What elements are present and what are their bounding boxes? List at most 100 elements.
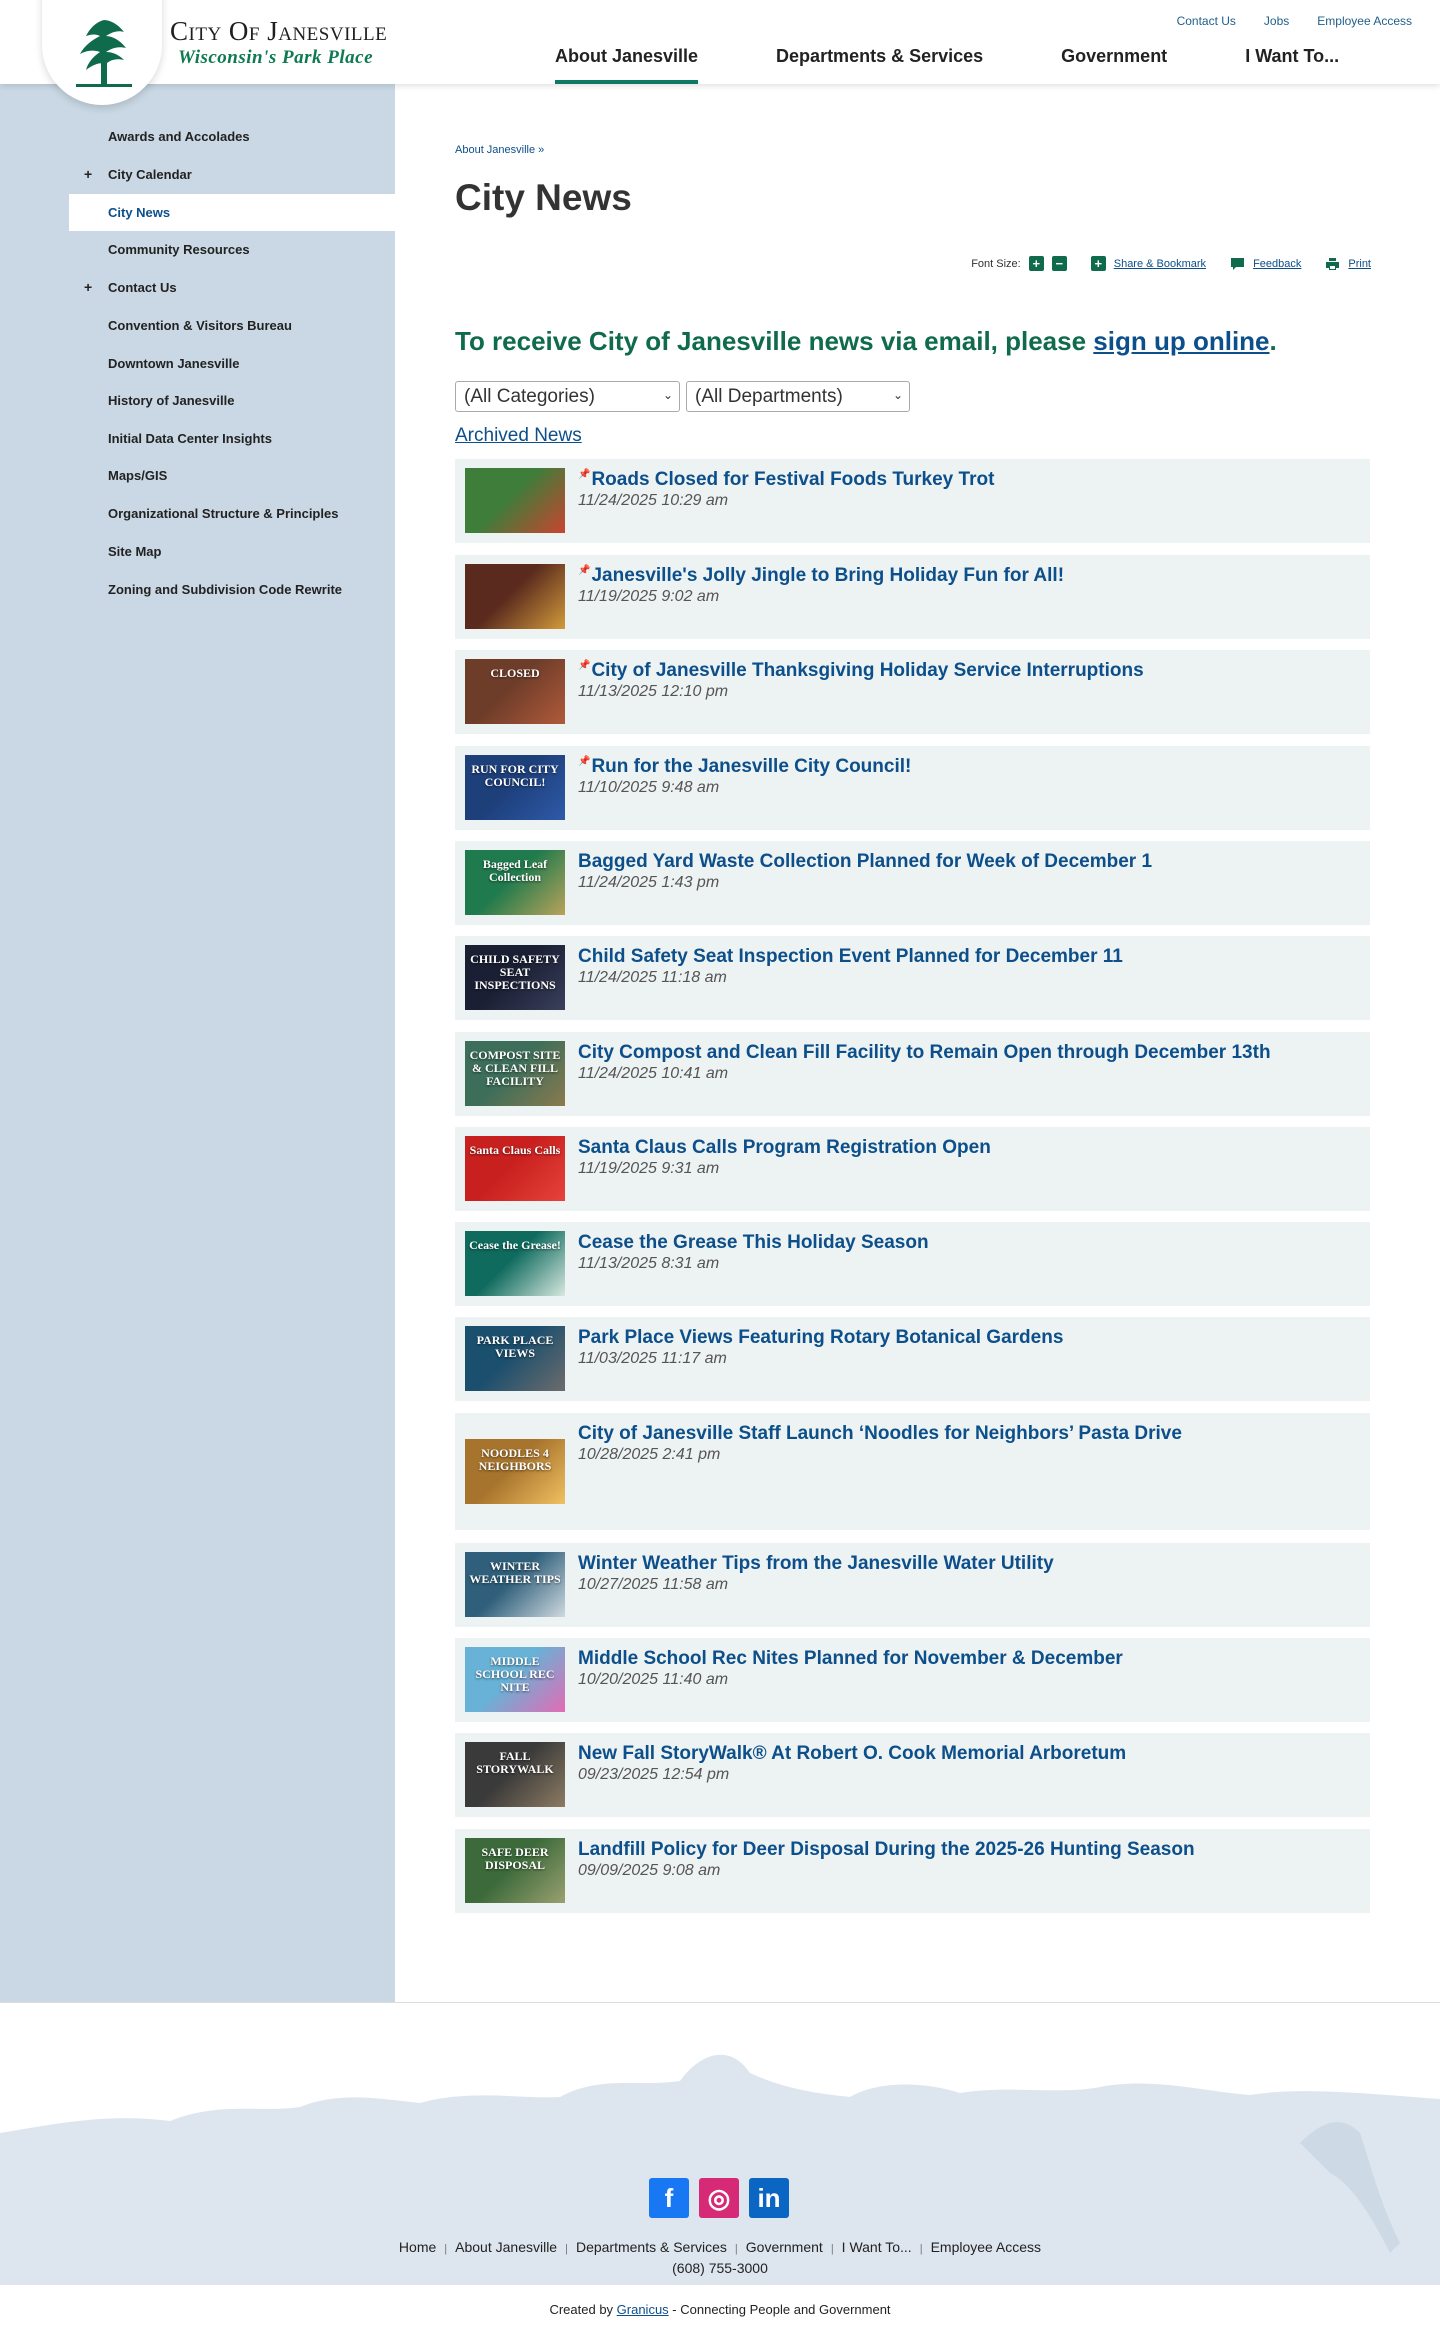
category-select[interactable]: (All Categories) ⌄	[455, 381, 680, 412]
font-increase-icon[interactable]: +	[1028, 256, 1044, 271]
news-thumbnail[interactable]: Santa Claus Calls	[465, 1136, 565, 1201]
footer-link[interactable]: I Want To...	[842, 2239, 912, 2255]
print-link[interactable]: Print	[1348, 258, 1371, 270]
news-item[interactable]: PARK PLACE VIEWS Park Place Views Featuri…	[455, 1317, 1370, 1401]
expand-icon[interactable]: +	[84, 156, 92, 193]
news-thumbnail[interactable]: CLOSED	[465, 659, 565, 724]
news-thumbnail[interactable]: WINTER WEATHER TIPS	[465, 1552, 565, 1617]
news-title-link[interactable]: City of Janesville Staff Launch ‘Noodles…	[578, 1423, 1182, 1445]
news-thumbnail[interactable]: CHILD SAFETY SEAT INSPECTIONS	[465, 945, 565, 1010]
news-thumbnail[interactable]: PARK PLACE VIEWS	[465, 1326, 565, 1391]
news-title-text: City Compost and Clean Fill Facility to …	[578, 1042, 1271, 1063]
footer-link[interactable]: Government	[746, 2239, 823, 2255]
sidebar-item[interactable]: Organizational Structure & Principles	[69, 495, 395, 532]
news-thumbnail[interactable]: Cease the Grease!	[465, 1231, 565, 1296]
news-title-link[interactable]: Park Place Views Featuring Rotary Botani…	[578, 1327, 1063, 1349]
news-title-link[interactable]: Middle School Rec Nites Planned for Nove…	[578, 1648, 1123, 1670]
sidebar-item[interactable]: Community Resources	[69, 231, 395, 268]
news-thumbnail[interactable]	[465, 468, 565, 533]
sidebar-item[interactable]: + City Calendar	[69, 156, 395, 193]
news-thumbnail[interactable]	[465, 564, 565, 629]
nav-departments[interactable]: Departments & Services	[751, 44, 1008, 84]
news-item[interactable]: FALL STORYWALK New Fall StoryWalk® At Rob…	[455, 1733, 1370, 1817]
footer-link[interactable]: Home	[399, 2239, 436, 2255]
sidebar-item[interactable]: City News	[69, 194, 395, 231]
breadcrumb[interactable]: About Janesville »	[455, 144, 544, 156]
news-title-link[interactable]: Winter Weather Tips from the Janesville …	[578, 1553, 1054, 1575]
news-title-link[interactable]: Bagged Yard Waste Collection Planned for…	[578, 851, 1152, 873]
sidebar-item[interactable]: Initial Data Center Insights	[69, 420, 395, 457]
sidebar-item[interactable]: + Contact Us	[69, 269, 395, 306]
sidebar-item-label: Awards and Accolades	[108, 129, 250, 144]
news-item[interactable]: NOODLES 4 NEIGHBORS City of Janesville St…	[455, 1413, 1370, 1530]
news-item[interactable]: COMPOST SITE & CLEAN FILL FACILITY City C…	[455, 1032, 1370, 1116]
sidebar-item[interactable]: Awards and Accolades	[69, 118, 395, 155]
util-contact-link[interactable]: Contact Us	[1177, 14, 1236, 28]
sidebar-item[interactable]: Zoning and Subdivision Code Rewrite	[69, 571, 395, 608]
news-item[interactable]: SAFE DEER DISPOSAL Landfill Policy for De…	[455, 1829, 1370, 1913]
news-thumbnail[interactable]: RUN FOR CITY COUNCIL!	[465, 755, 565, 820]
sidebar-item[interactable]: Site Map	[69, 533, 395, 570]
news-title-link[interactable]: Child Safety Seat Inspection Event Plann…	[578, 946, 1123, 968]
footer-link[interactable]: Departments & Services	[576, 2239, 727, 2255]
news-title-link[interactable]: 📌Run for the Janesville City Council!	[578, 756, 911, 778]
instagram-icon[interactable]: ◎	[699, 2178, 739, 2218]
signup-end: .	[1269, 326, 1277, 356]
news-title-link[interactable]: 📌City of Janesville Thanksgiving Holiday…	[578, 660, 1144, 682]
news-thumbnail[interactable]: COMPOST SITE & CLEAN FILL FACILITY	[465, 1041, 565, 1106]
archived-news-link[interactable]: Archived News	[455, 425, 582, 447]
news-title-link[interactable]: 📌Janesville's Jolly Jingle to Bring Holi…	[578, 565, 1064, 587]
util-employee-link[interactable]: Employee Access	[1317, 14, 1412, 28]
facebook-icon[interactable]: f	[649, 2178, 689, 2218]
nav-government[interactable]: Government	[1036, 44, 1192, 84]
news-item[interactable]: Santa Claus Calls Santa Claus Calls Progr…	[455, 1127, 1370, 1211]
news-title-link[interactable]: City Compost and Clean Fill Facility to …	[578, 1042, 1271, 1064]
nav-about[interactable]: About Janesville	[530, 44, 723, 84]
news-title-link[interactable]: 📌Roads Closed for Festival Foods Turkey …	[578, 469, 994, 491]
news-item[interactable]: WINTER WEATHER TIPS Winter Weather Tips f…	[455, 1543, 1370, 1627]
news-thumbnail[interactable]: SAFE DEER DISPOSAL	[465, 1838, 565, 1903]
sidebar-item-label: Organizational Structure & Principles	[108, 506, 339, 521]
util-jobs-link[interactable]: Jobs	[1264, 14, 1289, 28]
news-title-link[interactable]: New Fall StoryWalk® At Robert O. Cook Me…	[578, 1743, 1126, 1765]
news-item[interactable]: 📌Janesville's Jolly Jingle to Bring Holi…	[455, 555, 1370, 639]
footer-link[interactable]: About Janesville	[455, 2239, 557, 2255]
granicus-link[interactable]: Granicus	[617, 2302, 669, 2317]
share-icon[interactable]: +	[1090, 256, 1106, 271]
tree-logo-icon[interactable]	[66, 14, 142, 90]
news-item[interactable]: Bagged Leaf Collection Bagged Yard Waste …	[455, 841, 1370, 925]
sidebar-item[interactable]: Maps/GIS	[69, 457, 395, 494]
news-title-link[interactable]: Landfill Policy for Deer Disposal During…	[578, 1839, 1195, 1861]
news-item[interactable]: Cease the Grease! Cease the Grease This H…	[455, 1222, 1370, 1306]
linkedin-icon[interactable]: in	[749, 2178, 789, 2218]
expand-icon[interactable]: +	[84, 269, 92, 306]
news-thumbnail[interactable]: MIDDLE SCHOOL REC NITE	[465, 1647, 565, 1712]
feedback-icon[interactable]	[1230, 257, 1245, 271]
sidebar-item[interactable]: Convention & Visitors Bureau	[69, 307, 395, 344]
sidebar-item[interactable]: Downtown Janesville	[69, 345, 395, 382]
footer-link[interactable]: Employee Access	[931, 2239, 1042, 2255]
news-title-link[interactable]: Cease the Grease This Holiday Season	[578, 1232, 929, 1254]
print-icon[interactable]	[1325, 257, 1340, 271]
news-item[interactable]: RUN FOR CITY COUNCIL! 📌Run for the Janesv…	[455, 746, 1370, 830]
department-select[interactable]: (All Departments) ⌄	[686, 381, 910, 412]
news-thumbnail[interactable]: Bagged Leaf Collection	[465, 850, 565, 915]
news-title-text: Run for the Janesville City Council!	[591, 756, 912, 777]
font-decrease-icon[interactable]: −	[1051, 256, 1067, 271]
signup-link[interactable]: sign up online	[1093, 326, 1269, 356]
news-thumbnail[interactable]: FALL STORYWALK	[465, 1742, 565, 1807]
sidebar-item-label: Downtown Janesville	[108, 356, 240, 371]
sidebar-item-label: History of Janesville	[108, 393, 235, 408]
share-bookmark-link[interactable]: Share & Bookmark	[1114, 258, 1206, 270]
news-item[interactable]: MIDDLE SCHOOL REC NITE Middle School Rec …	[455, 1638, 1370, 1722]
news-title-link[interactable]: Santa Claus Calls Program Registration O…	[578, 1137, 991, 1159]
news-item[interactable]: CHILD SAFETY SEAT INSPECTIONS Child Safet…	[455, 936, 1370, 1020]
sidebar-item[interactable]: History of Janesville	[69, 382, 395, 419]
sidebar-item-label: City Calendar	[108, 167, 192, 182]
news-thumbnail[interactable]: NOODLES 4 NEIGHBORS	[465, 1439, 565, 1504]
nav-i-want-to[interactable]: I Want To...	[1220, 44, 1364, 84]
news-item[interactable]: CLOSED 📌City of Janesville Thanksgiving H…	[455, 650, 1370, 734]
news-item[interactable]: 📌Roads Closed for Festival Foods Turkey …	[455, 459, 1370, 543]
feedback-link[interactable]: Feedback	[1253, 258, 1301, 270]
site-title[interactable]: City Of Janesville	[170, 16, 387, 47]
